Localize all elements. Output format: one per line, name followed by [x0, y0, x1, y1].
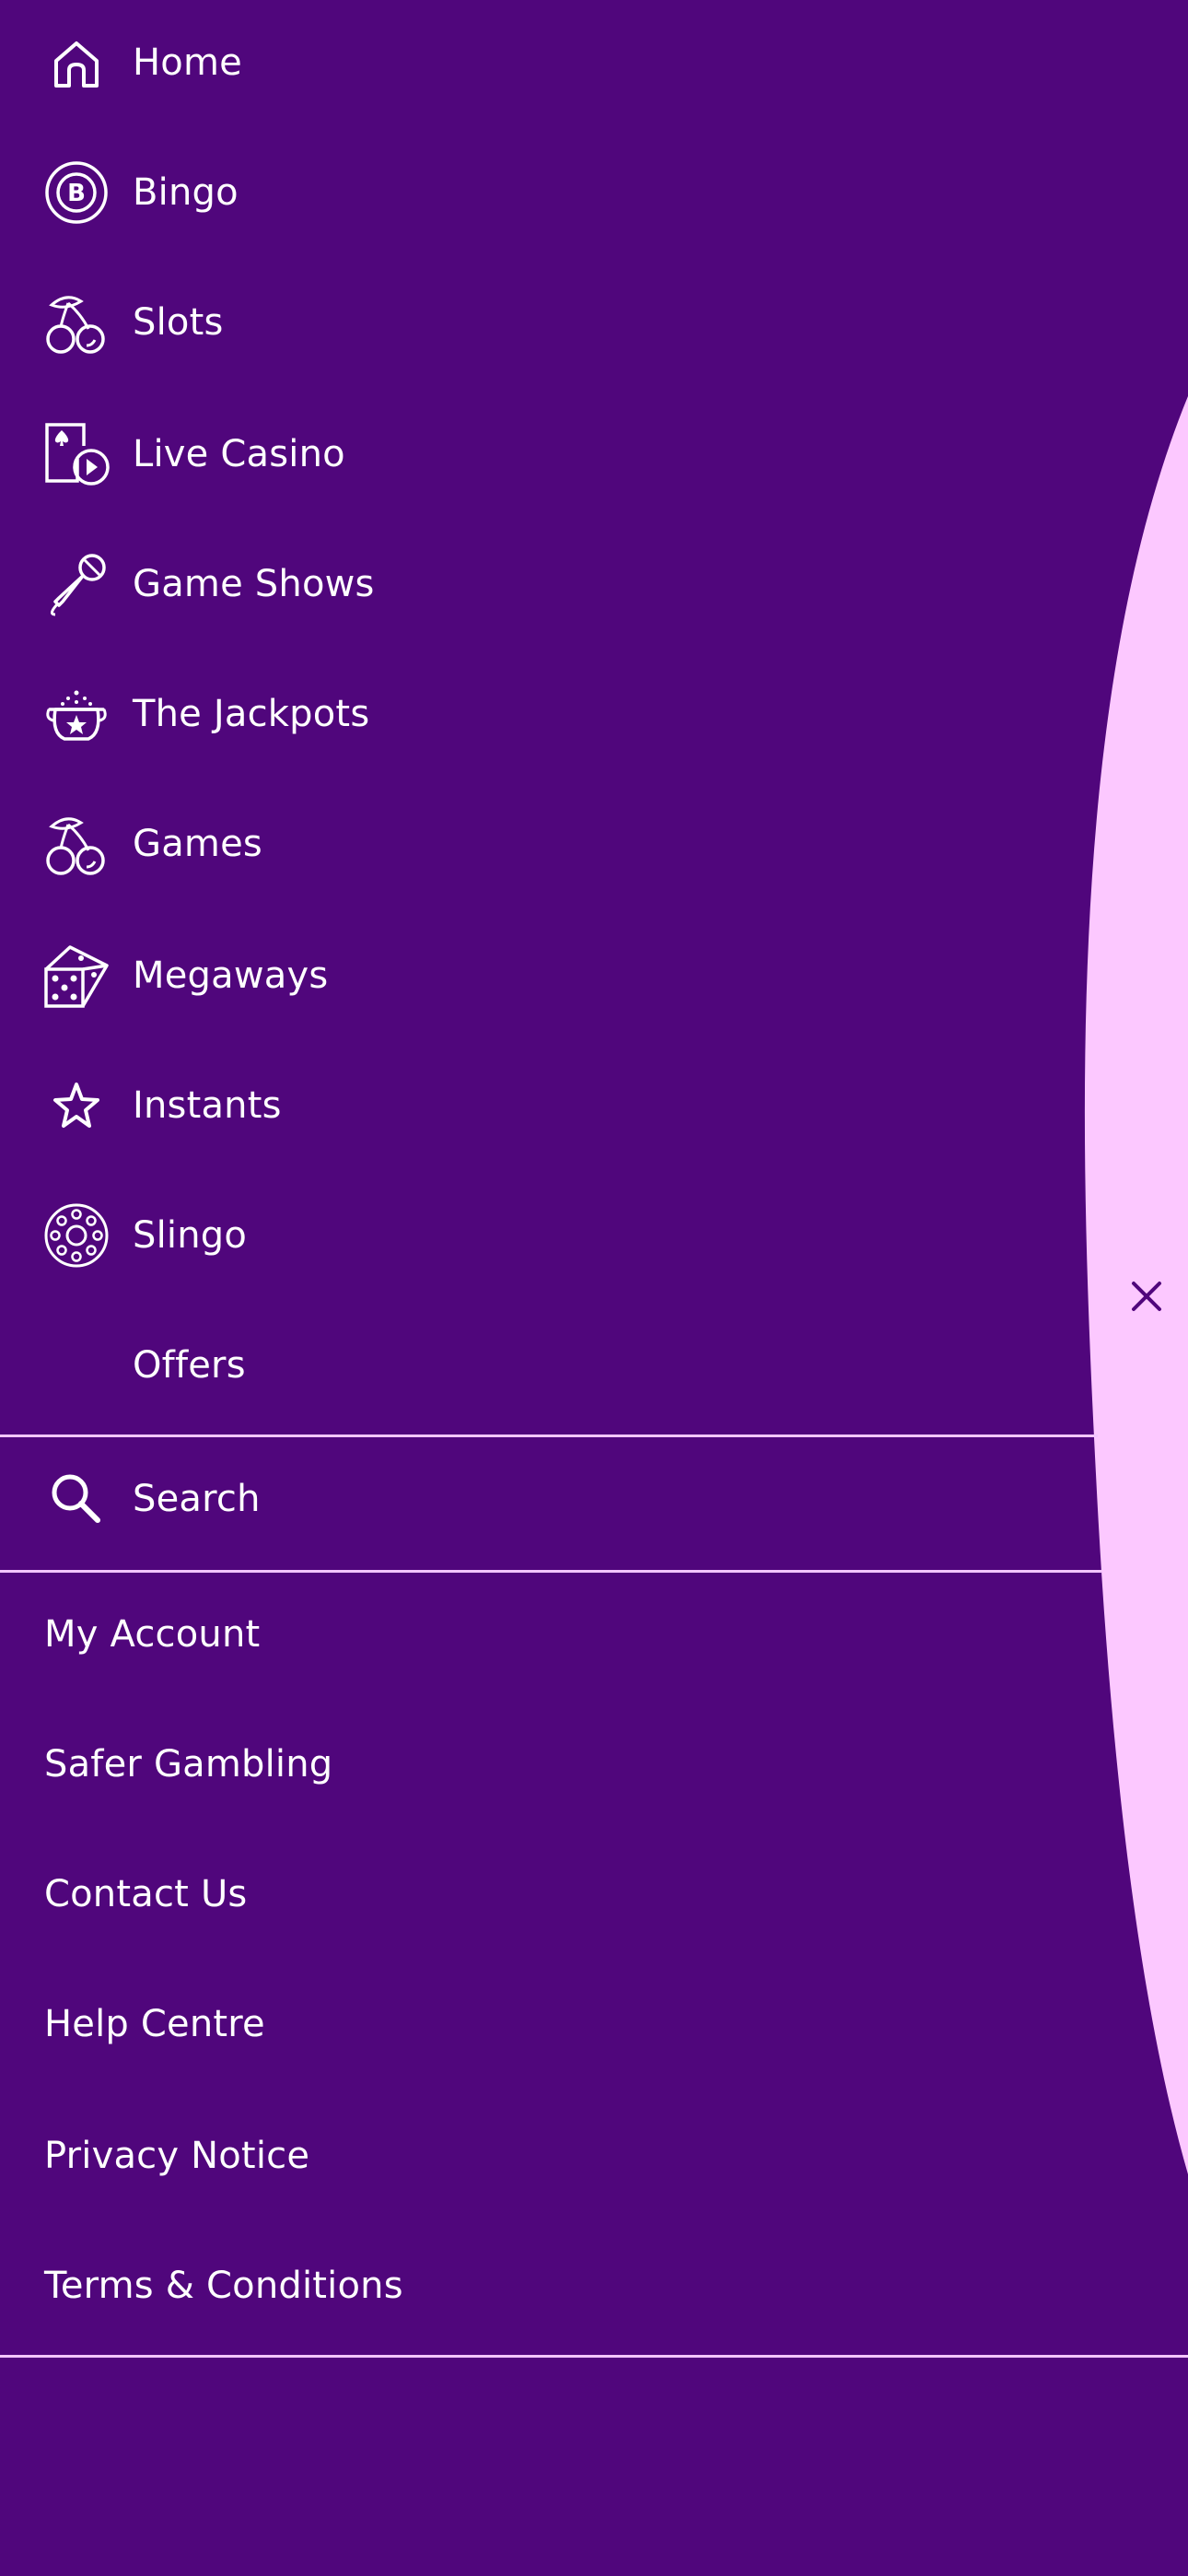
search-icon [44, 1467, 109, 1531]
nav-item-the-jackpots[interactable]: The Jackpots [0, 668, 1087, 760]
nav-item-game-shows[interactable]: Game Shows [0, 538, 1087, 630]
footer-link-my-account[interactable]: My Account [44, 1588, 260, 1680]
nav-item-label: Offers [133, 1344, 246, 1387]
jackpot-pot-icon [44, 682, 109, 746]
footer-link-safer-gambling[interactable]: Safer Gambling [44, 1718, 332, 1810]
footer-link-terms-conditions[interactable]: Terms & Conditions [44, 2240, 403, 2332]
divider [0, 1570, 1101, 1573]
search-button[interactable]: Search [0, 1453, 1096, 1545]
cherries-icon [44, 812, 109, 876]
svg-text:B: B [67, 180, 86, 207]
home-icon [44, 30, 109, 95]
divider [0, 2355, 1188, 2358]
close-icon [1132, 1282, 1161, 1311]
nav-item-instants[interactable]: Instants [0, 1060, 1087, 1152]
nav-item-megaways[interactable]: Megaways [0, 930, 1087, 1022]
nav-item-games[interactable]: Games [0, 798, 1087, 890]
close-button[interactable] [1118, 1268, 1175, 1325]
nav-item-offers[interactable]: Offers [0, 1319, 1087, 1411]
nav-item-label: Slingo [133, 1214, 248, 1257]
nav-item-label: Megaways [133, 954, 329, 997]
nav-item-bingo[interactable]: B Bingo [0, 146, 1087, 239]
dice-icon [44, 943, 109, 1008]
footer-link-privacy-notice[interactable]: Privacy Notice [44, 2110, 309, 2202]
microphone-icon [44, 552, 109, 616]
nav-item-slots[interactable]: Slots [0, 276, 1087, 369]
cherries-icon [44, 290, 109, 355]
nav-item-label: Home [133, 41, 242, 84]
nav-item-live-casino[interactable]: Live Casino [0, 408, 1087, 500]
side-menu: Home B Bingo Slots Live Casino Game Show… [0, 0, 1188, 2576]
nav-item-home[interactable]: Home [0, 17, 1087, 109]
footer-link-help-centre[interactable]: Help Centre [44, 1978, 265, 2070]
nav-item-label: The Jackpots [133, 693, 370, 735]
slingo-icon [44, 1203, 109, 1268]
footer-link-contact-us[interactable]: Contact Us [44, 1848, 247, 1940]
star-icon [44, 1073, 109, 1138]
nav-item-label: Game Shows [133, 563, 375, 605]
search-label: Search [133, 1478, 261, 1520]
divider [0, 1434, 1098, 1437]
nav-item-label: Bingo [133, 171, 239, 214]
nav-item-label: Slots [133, 301, 224, 344]
nav-item-label: Games [133, 823, 262, 865]
live-casino-card-icon [44, 422, 110, 486]
nav-item-slingo[interactable]: Slingo [0, 1189, 1087, 1282]
nav-item-label: Instants [133, 1084, 282, 1127]
bingo-ball-icon: B [44, 160, 109, 225]
nav-item-label: Live Casino [133, 433, 345, 475]
